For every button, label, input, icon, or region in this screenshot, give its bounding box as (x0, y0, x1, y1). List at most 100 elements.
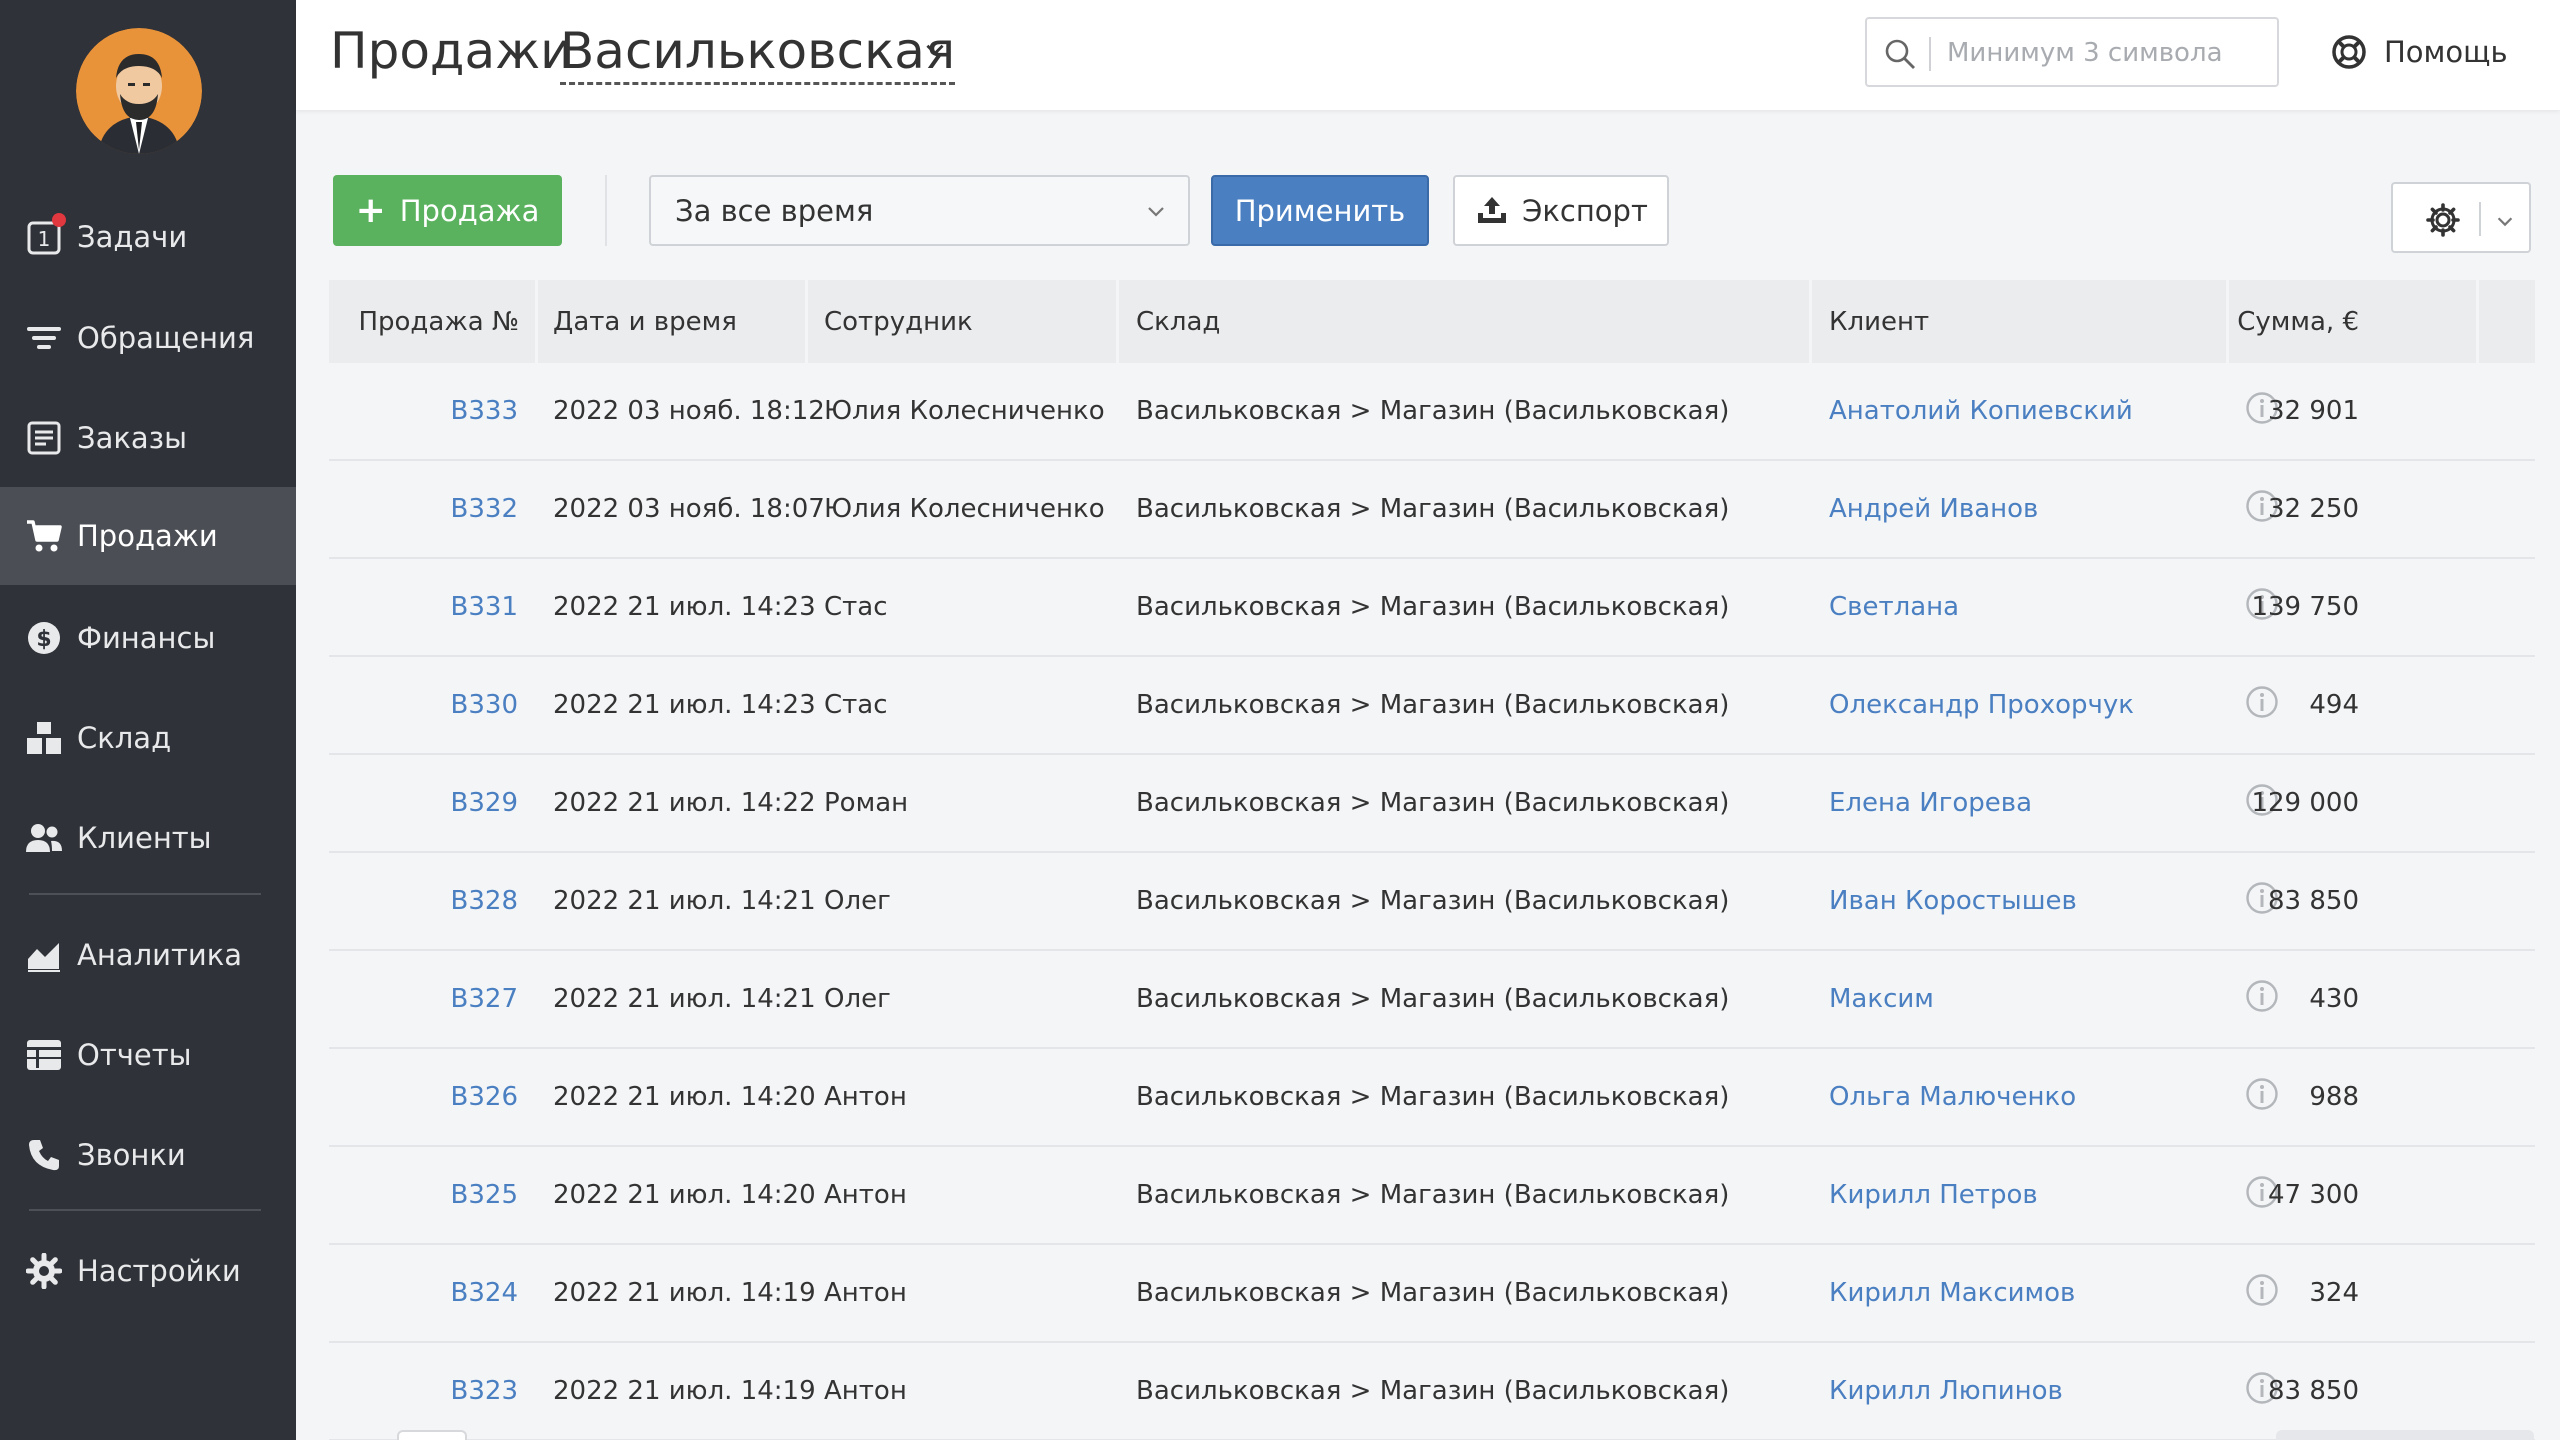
column-header-warehouse[interactable]: Склад (1136, 280, 1220, 363)
chevron-down-icon[interactable] (922, 36, 948, 62)
info-icon[interactable] (2245, 1273, 2279, 1307)
client-link[interactable]: Андрей Иванов (1829, 461, 2038, 557)
sidebar-item-label: Звонки (77, 1138, 186, 1172)
client-link[interactable]: Ольга Малюченко (1829, 1049, 2076, 1145)
client-link[interactable]: Анатолий Копиевский (1829, 363, 2133, 459)
sale-datetime: 2022 03 нояб. 18:07 (553, 494, 825, 524)
sidebar-item-label: Продажи (77, 519, 218, 553)
sidebar-item-dollar[interactable]: $ Финансы (0, 589, 296, 687)
sale-number-link[interactable]: B324 (329, 1245, 518, 1341)
add-sale-button[interactable]: + Продажа (333, 175, 562, 246)
sidebar-item-analytics[interactable]: Аналитика (0, 906, 296, 1004)
table-row[interactable]: B329 2022 21 июл. 14:22 Роман Васильковская… (329, 755, 2535, 853)
table-row[interactable]: B328 2022 21 июл. 14:21 Олег Васильковская … (329, 853, 2535, 951)
sale-datetime: 2022 21 июл. 14:19 (553, 1278, 816, 1308)
table-row[interactable]: B325 2022 21 июл. 14:20 Антон Васильковская… (329, 1147, 2535, 1245)
sidebar-item-tasks[interactable]: 1 Задачи (0, 188, 296, 286)
client-link[interactable]: Олександр Прохорчук (1829, 657, 2134, 753)
sale-sum: 494 (2309, 690, 2359, 720)
sale-sum: 32 901 (2268, 396, 2359, 426)
period-select[interactable]: За все время (649, 175, 1190, 246)
sidebar-item-phone[interactable]: Звонки (0, 1106, 296, 1204)
tasks-icon: 1 (24, 213, 66, 257)
sale-datetime: 2022 21 июл. 14:20 (553, 1180, 816, 1210)
table-row[interactable]: B326 2022 21 июл. 14:20 Антон Васильковская… (329, 1049, 2535, 1147)
horizontal-scroll-handle[interactable] (397, 1430, 467, 1440)
sale-sum: 32 250 (2268, 494, 2359, 524)
table-settings-button[interactable] (2391, 182, 2531, 253)
column-header-employee[interactable]: Сотрудник (824, 280, 973, 363)
sidebar-item-label: Заказы (77, 421, 187, 455)
sale-sum: 139 750 (2251, 592, 2359, 622)
sale-number-link[interactable]: B329 (329, 755, 518, 851)
apply-button[interactable]: Применить (1211, 175, 1429, 246)
table-row[interactable]: B331 2022 21 июл. 14:23 Стас Васильковская … (329, 559, 2535, 657)
sidebar-item-cart[interactable]: Продажи (0, 487, 296, 585)
client-link[interactable]: Иван Коростышев (1829, 853, 2077, 949)
reports-icon (24, 1035, 64, 1075)
sale-employee: Антон (824, 1278, 907, 1308)
sidebar-item-reports[interactable]: Отчеты (0, 1006, 296, 1104)
cart-icon (24, 516, 64, 556)
help-link[interactable]: Помощь (2330, 30, 2508, 74)
client-link[interactable]: Светлана (1829, 559, 1959, 655)
sale-number-link[interactable]: B331 (329, 559, 518, 655)
sale-number-link[interactable]: B333 (329, 363, 518, 459)
sale-number-link[interactable]: B325 (329, 1147, 518, 1243)
sale-number-link[interactable]: B328 (329, 853, 518, 949)
avatar[interactable] (76, 28, 202, 154)
sale-employee: Стас (824, 690, 888, 720)
sidebar-item-gear[interactable]: Настройки (0, 1222, 296, 1320)
sale-warehouse: Васильковская > Магазин (Васильковская) (1136, 1376, 1730, 1406)
sale-sum: 83 850 (2268, 1376, 2359, 1406)
horizontal-scrollbar[interactable] (2276, 1430, 2534, 1440)
table-row[interactable]: B332 2022 03 нояб. 18:07 Юлия Колесниченко… (329, 461, 2535, 559)
client-link[interactable]: Кирилл Максимов (1829, 1245, 2075, 1341)
sidebar-item-label: Отчеты (77, 1038, 192, 1072)
client-link[interactable]: Кирилл Петров (1829, 1147, 2038, 1243)
sale-datetime: 2022 21 июл. 14:19 (553, 1376, 816, 1406)
sidebar-item-filter[interactable]: Обращения (0, 289, 296, 387)
table-row[interactable]: B324 2022 21 июл. 14:19 Антон Васильковская… (329, 1245, 2535, 1343)
column-divider (2476, 280, 2479, 363)
sidebar-item-users[interactable]: Клиенты (0, 789, 296, 887)
settings-divider (2479, 202, 2481, 236)
sale-number-link[interactable]: B330 (329, 657, 518, 753)
table-row[interactable]: B333 2022 03 нояб. 18:12 Юлия Колесниченко… (329, 363, 2535, 461)
period-value: За все время (675, 194, 874, 228)
client-link[interactable]: Елена Игорева (1829, 755, 2032, 851)
sidebar-item-orders[interactable]: Заказы (0, 389, 296, 487)
info-icon[interactable] (2245, 979, 2279, 1013)
sidebar-item-warehouse[interactable]: Склад (0, 689, 296, 787)
column-header-sum[interactable]: Сумма, € (2229, 280, 2359, 363)
help-label: Помощь (2384, 35, 2508, 69)
sale-number-link[interactable]: B327 (329, 951, 518, 1047)
search-icon[interactable] (1883, 37, 1917, 71)
info-icon[interactable] (2245, 1077, 2279, 1111)
column-header-client[interactable]: Клиент (1829, 280, 1929, 363)
client-link[interactable]: Кирилл Люпинов (1829, 1343, 2063, 1439)
export-label: Экспорт (1522, 193, 1648, 228)
sale-sum: 83 850 (2268, 886, 2359, 916)
location-selector[interactable]: Васильковская (560, 22, 956, 85)
sale-employee: Антон (824, 1082, 907, 1112)
users-icon (24, 818, 64, 858)
sale-warehouse: Васильковская > Магазин (Васильковская) (1136, 788, 1730, 818)
column-header-sale-number[interactable]: Продажа № (329, 280, 519, 363)
table-row[interactable]: B327 2022 21 июл. 14:21 Олег Васильковская … (329, 951, 2535, 1049)
sale-warehouse: Васильковская > Магазин (Васильковская) (1136, 494, 1730, 524)
search-input[interactable] (1947, 31, 2267, 75)
info-icon[interactable] (2245, 685, 2279, 719)
sale-number-link[interactable]: B332 (329, 461, 518, 557)
chevron-down-icon (2497, 217, 2513, 227)
sale-number-link[interactable]: B323 (329, 1343, 518, 1439)
client-link[interactable]: Максим (1829, 951, 1934, 1047)
dollar-icon: $ (24, 618, 64, 658)
export-button[interactable]: Экспорт (1453, 175, 1669, 246)
sale-datetime: 2022 03 нояб. 18:12 (553, 396, 825, 426)
sale-number-link[interactable]: B326 (329, 1049, 518, 1145)
column-header-datetime[interactable]: Дата и время (553, 280, 737, 363)
lifebuoy-icon (2332, 35, 2366, 69)
table-row[interactable]: B323 2022 21 июл. 14:19 Антон Васильковская… (329, 1343, 2535, 1440)
table-row[interactable]: B330 2022 21 июл. 14:23 Стас Васильковская … (329, 657, 2535, 755)
